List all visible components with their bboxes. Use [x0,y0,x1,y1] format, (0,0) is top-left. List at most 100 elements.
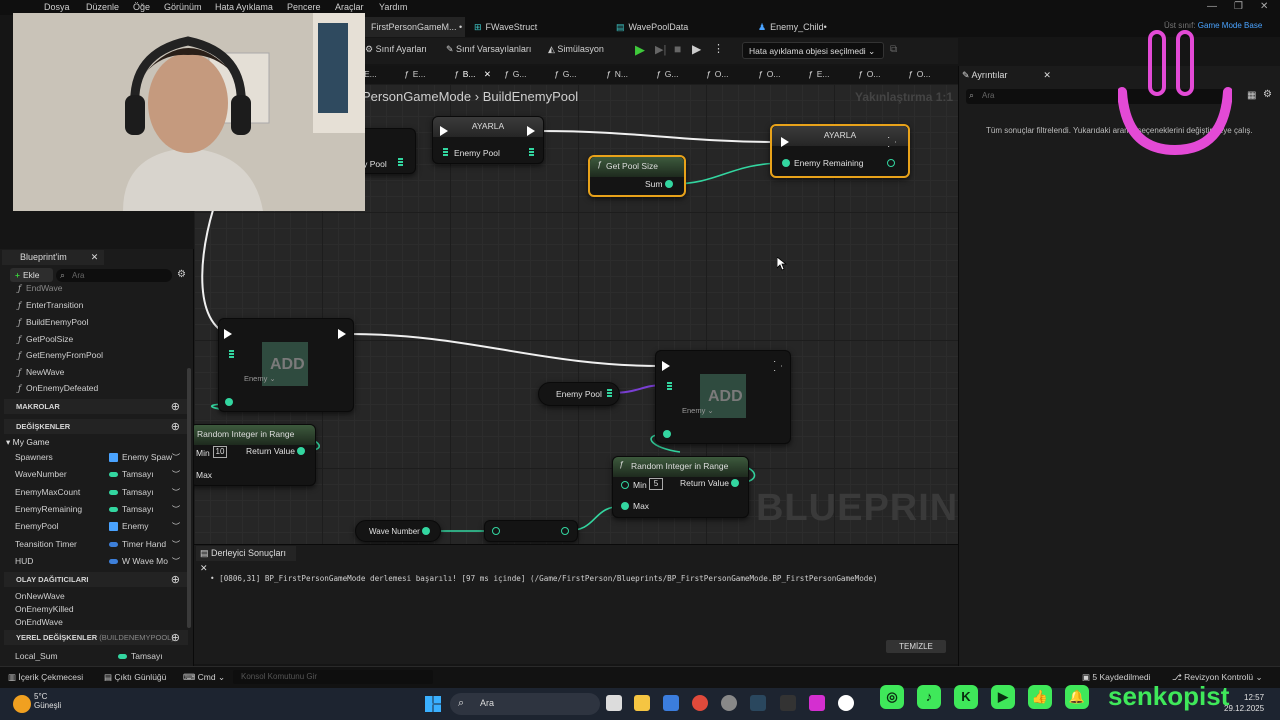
variable-type[interactable]: W Wave Mo [109,556,168,566]
array-pin[interactable] [529,148,534,157]
table-view-icon[interactable]: ▦ [1247,90,1256,101]
section-variables[interactable]: DEĞİŞKENLER ⊕ [4,419,188,434]
variable-name[interactable]: EnemyPool [15,521,58,531]
tab-details[interactable]: ✎ Ayrıntılar ✕ [962,68,1064,83]
array-pin[interactable] [229,350,234,359]
function-item[interactable]: ƒ OnEnemyDefeated [18,383,98,393]
function-item[interactable]: ƒ EnterTransition [18,300,83,310]
exec-in-pin[interactable] [224,329,232,339]
variable-name[interactable]: EnemyRemaining [15,504,82,514]
array-pin[interactable] [398,158,403,167]
store-icon[interactable] [663,695,679,711]
int-out-pin[interactable] [225,398,233,406]
superclass-link[interactable]: Game Mode Base [1198,21,1262,30]
visibility-icon[interactable]: ︶ [172,521,180,532]
variable-type[interactable]: Enemy Spaw [109,452,172,463]
exec-out-pin[interactable] [527,126,535,136]
array-pin[interactable] [443,148,448,157]
type-select[interactable]: Enemy ⌄ [244,374,276,383]
variable-type[interactable]: Tamsayı [118,651,163,661]
array-pin[interactable] [667,382,672,391]
variable-name[interactable]: Spawners [15,452,53,462]
function-item[interactable]: ƒ BuildEnemyPool [18,317,88,327]
get-pool-size-node[interactable]: Get Pool Size [588,155,686,197]
chrome-icon[interactable] [692,695,708,711]
dispatcher-item[interactable]: OnEnemyKilled [15,604,74,614]
clear-button[interactable]: TEMİZLE [886,640,946,653]
close-tab-icon[interactable]: ✕ [200,563,208,573]
compiler-message[interactable]: • [0806,31] BP_FirstPersonGameMode derle… [210,574,878,583]
variable-name[interactable]: WaveNumber [15,469,67,479]
visibility-icon[interactable]: ︶ [172,539,180,550]
section-macros[interactable]: MAKROLAR ⊕ [4,399,188,414]
console-command-input[interactable]: Konsol Komutunu Gir [233,670,433,684]
epic-games-icon[interactable] [780,695,796,711]
int-in-pin[interactable] [621,481,629,489]
function-item[interactable]: ƒ NewWave [18,367,64,377]
visibility-icon[interactable]: ︶ [172,487,180,498]
tab-compiler-results[interactable]: ▤ Derleyici Sonuçları ✕ [196,546,296,573]
exec-out-pin[interactable] [338,329,346,339]
function-item[interactable]: ƒ EndWave [18,283,63,293]
int-out-pin[interactable] [561,527,569,535]
variable-name[interactable]: EnemyMaxCount [15,487,80,497]
int-in-pin[interactable] [492,527,500,535]
settings-icon[interactable]: ⚙ [177,269,186,280]
variable-type[interactable]: Timer Hand [109,539,166,549]
steam-icon[interactable] [750,695,766,711]
taskbar-clock[interactable]: 12:57 29.12.2025 [1224,692,1264,714]
variable-name[interactable]: HUD [15,556,33,566]
variable-category[interactable]: ▾ My Game [6,437,49,448]
app-icon[interactable] [809,695,825,711]
output-log-button[interactable]: ▤ Çıktı Günlüğü [104,672,166,683]
exec-in-pin[interactable] [440,126,448,136]
int-in-pin[interactable] [782,159,790,167]
min-value-input[interactable]: 10 [213,446,227,458]
minimize-icon[interactable]: — [1207,1,1217,12]
scrollbar[interactable] [187,368,191,628]
tab-my-blueprint[interactable]: Blueprint'im ✕ [2,250,104,265]
close-tab-icon[interactable]: ✕ [91,252,99,262]
visibility-icon[interactable]: ︶ [172,469,180,480]
content-drawer-button[interactable]: ▥ İçerik Çekmecesi [8,672,83,683]
int-out-pin[interactable] [297,447,305,455]
add-dispatcher-icon[interactable]: ⊕ [171,573,180,586]
int-out-pin[interactable] [665,180,673,188]
int-out-pin[interactable] [731,479,739,487]
variable-type[interactable]: Tamsayı [109,487,154,497]
add-local-icon[interactable]: ⊕ [171,631,180,644]
add-variable-icon[interactable]: ⊕ [171,420,180,433]
int-out-pin[interactable] [663,430,671,438]
exec-in-pin[interactable] [781,137,789,147]
section-local-variables[interactable]: YEREL DEĞİŞKENLER (BUILDENEMYPOOL) ⊕ [4,630,188,645]
function-item[interactable]: ƒ GetEnemyFromPool [18,350,103,360]
exec-in-pin[interactable] [662,361,670,371]
int-in-pin[interactable] [621,502,629,510]
visibility-icon[interactable]: ︶ [172,556,180,567]
min-value-input[interactable]: 5 [649,478,663,490]
array-pin[interactable] [607,389,612,398]
variable-name[interactable]: Local_Sum [15,651,58,661]
unreal-engine-icon[interactable] [838,695,854,711]
maximize-icon[interactable]: ❐ [1234,1,1243,12]
dispatcher-item[interactable]: OnNewWave [15,591,65,601]
variable-type[interactable]: Tamsayı [109,504,154,514]
github-icon[interactable] [721,695,737,711]
taskbar-search[interactable]: Ara [450,693,600,715]
add-macro-icon[interactable]: ⊕ [171,400,180,413]
task-view-icon[interactable] [606,695,622,711]
function-item[interactable]: ƒ GetPoolSize [18,334,73,344]
variable-type[interactable]: Enemy [109,521,148,532]
weather-widget[interactable]: 5°C Güneşli [34,692,61,710]
set-node-enemy-remaining[interactable]: AYARLA [770,124,910,178]
close-window-icon[interactable]: ✕ [1260,1,1268,12]
settings-icon[interactable]: ⚙ [1263,89,1272,100]
file-explorer-icon[interactable] [634,695,650,711]
close-tab-icon[interactable]: ✕ [1043,70,1051,80]
add-button[interactable]: + Ekle [10,268,53,282]
blueprint-search-input[interactable]: Ara [56,269,172,282]
dispatcher-item[interactable]: OnEndWave [15,617,63,627]
visibility-icon[interactable]: ︶ [172,504,180,515]
visibility-icon[interactable]: ︶ [172,452,180,463]
cmd-dropdown[interactable]: ⌨ Cmd ⌄ [183,672,225,683]
